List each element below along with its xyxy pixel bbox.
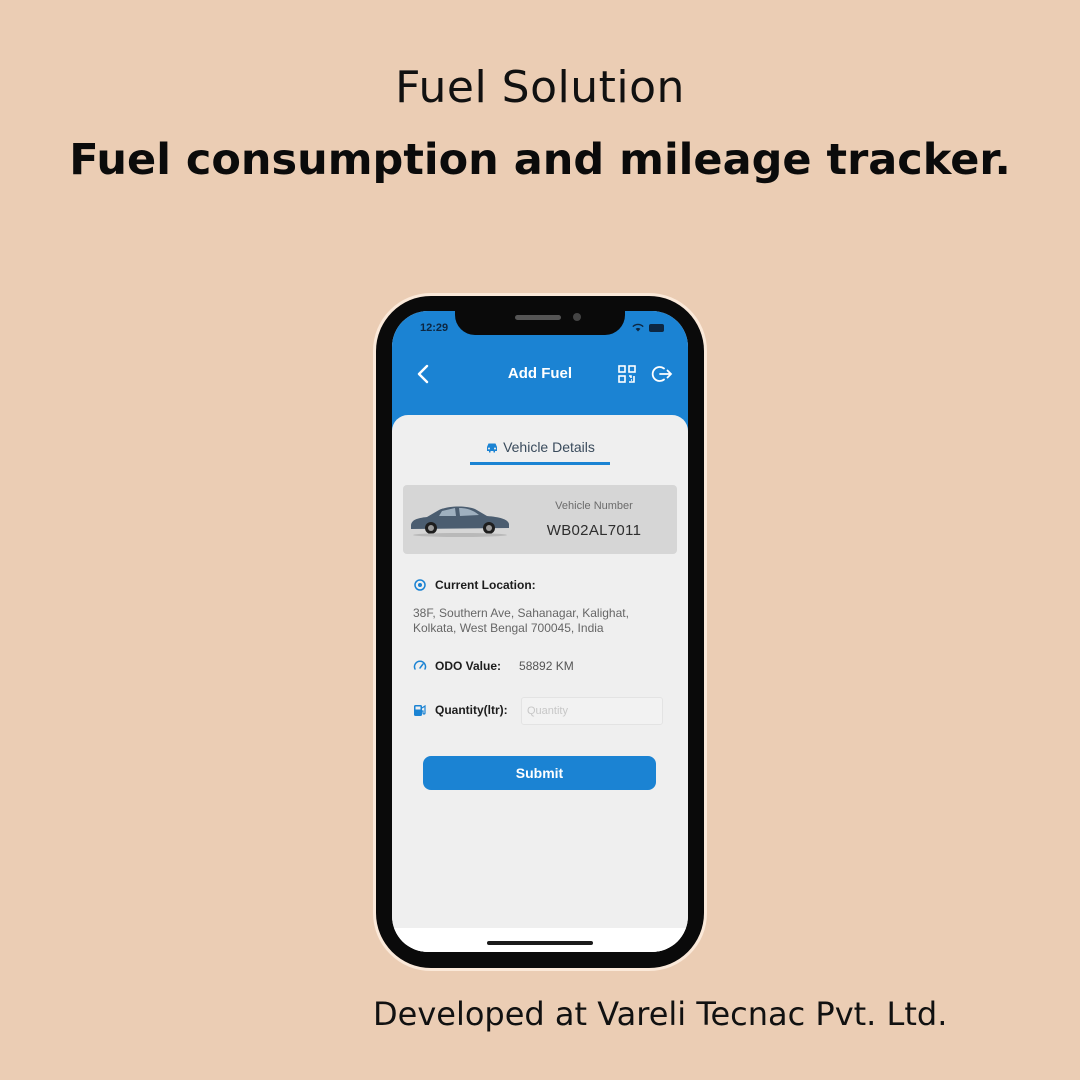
home-indicator <box>487 941 593 945</box>
logout-button[interactable] <box>651 364 673 384</box>
location-row: Current Location: <box>413 578 536 592</box>
odo-row: ODO Value: 58892 KM <box>413 659 574 673</box>
tab-underline <box>470 462 610 465</box>
battery-icon <box>649 323 664 332</box>
submit-button[interactable]: Submit <box>423 756 656 790</box>
headline: Fuel Solution <box>395 62 685 113</box>
tab-label-wrap: Vehicle Details <box>470 439 610 455</box>
address-line-1: 38F, Southern Ave, Sahanagar, Kalighat, <box>413 606 629 620</box>
wifi-icon <box>632 323 644 332</box>
vehicle-card: Vehicle Number WB02AL7011 <box>403 485 677 554</box>
address-line-2: Kolkata, West Bengal 700045, India <box>413 621 604 635</box>
speaker <box>515 315 561 320</box>
qr-scan-button[interactable] <box>617 364 637 384</box>
subheadline: Fuel consumption and mileage tracker. <box>69 135 1011 185</box>
quantity-row: Quantity(ltr): <box>413 703 508 717</box>
location-label: Current Location: <box>435 578 536 592</box>
quantity-input[interactable] <box>521 697 663 725</box>
qr-scan-icon <box>618 365 636 383</box>
status-icons <box>632 323 664 332</box>
vehicle-number: WB02AL7011 <box>546 522 642 539</box>
odo-label: ODO Value: <box>435 659 502 673</box>
logout-icon <box>651 366 673 382</box>
location-target-icon <box>414 579 426 591</box>
phone-notch <box>455 311 625 335</box>
page-title: Add Fuel <box>507 365 573 382</box>
app-screen: 12:29 Add Fuel Vehicle Details Vehicle N… <box>392 311 688 952</box>
tab-label: Vehicle Details <box>503 439 595 455</box>
developer-credit: Developed at Vareli Tecnac Pvt. Ltd. <box>373 995 948 1033</box>
content-card: Vehicle Details Vehicle Number WB02AL701… <box>392 415 688 952</box>
vehicle-number-label: Vehicle Number <box>555 500 633 512</box>
address: 38F, Southern Ave, Sahanagar, Kalighat, … <box>413 606 663 636</box>
speedometer-icon <box>413 660 427 670</box>
fuel-pump-icon <box>414 704 426 716</box>
car-image <box>411 506 509 537</box>
car-icon <box>487 443 498 453</box>
odo-value: 58892 KM <box>519 659 574 673</box>
screen-footer <box>392 928 688 952</box>
status-time: 12:29 <box>420 322 449 334</box>
quantity-label: Quantity(ltr): <box>435 703 508 717</box>
camera <box>573 313 581 321</box>
tab-vehicle-details[interactable]: Vehicle Details <box>470 435 610 467</box>
